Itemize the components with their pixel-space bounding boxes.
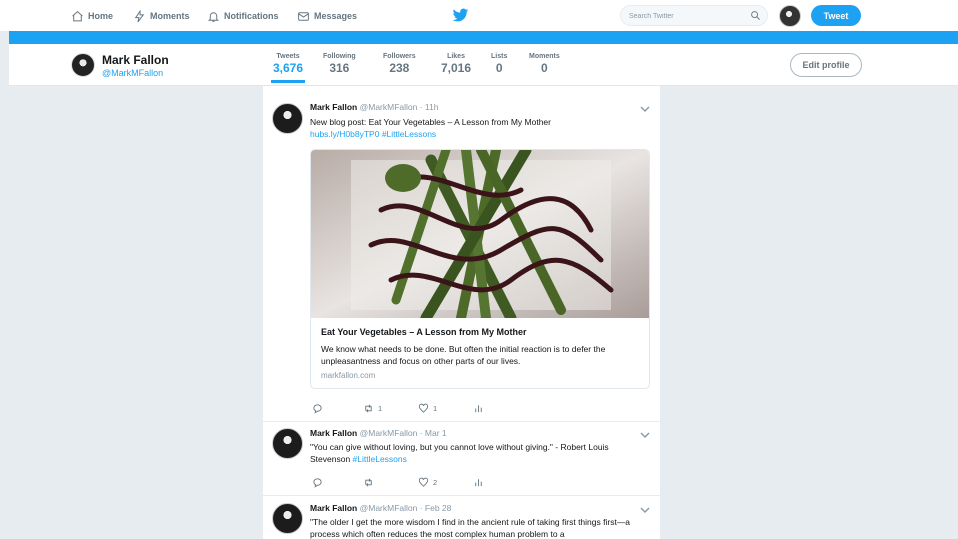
home-icon xyxy=(72,10,83,21)
stat-moments[interactable]: Moments 0 xyxy=(529,53,560,75)
stat-tweets[interactable]: Tweets 3,676 xyxy=(270,53,306,83)
tweet-meta[interactable]: @MarkMFallon · Feb 28 xyxy=(360,503,452,513)
stat-label: Tweets xyxy=(276,53,300,60)
analytics-icon xyxy=(475,405,482,413)
retweet-button[interactable] xyxy=(363,477,378,488)
tweet-text: "The older I get the more wisdom I find … xyxy=(310,517,631,539)
stat-value: 0 xyxy=(495,61,503,75)
stat-value: 3,676 xyxy=(273,61,304,75)
stat-label: Lists xyxy=(491,53,508,60)
analytics-button[interactable] xyxy=(473,403,484,414)
retweet-button[interactable]: 1 xyxy=(363,403,382,414)
stat-lists[interactable]: Lists 0 xyxy=(491,53,507,75)
tweet-header: Mark Fallon @MarkMFallon · 11h xyxy=(310,102,438,112)
tweet-text: New blog post: Eat Your Vegetables – A L… xyxy=(310,117,551,127)
tweet-meta[interactable]: @MarkMFallon · 11h xyxy=(360,102,439,112)
card-description: We know what needs to be done. But often… xyxy=(321,344,606,366)
top-navigation: Home Moments Notifications Messages Twee… xyxy=(0,0,958,31)
chevron-down-icon[interactable] xyxy=(640,431,650,439)
profile-banner xyxy=(9,31,958,44)
stat-value: 7,016 xyxy=(441,61,472,75)
lightning-icon xyxy=(134,9,145,22)
stat-label: Following xyxy=(323,53,356,60)
tweet-header: Mark Fallon @MarkMFallon · Mar 1 xyxy=(310,428,447,438)
stat-followers[interactable]: Followers 238 xyxy=(383,53,416,75)
search-icon[interactable] xyxy=(750,10,761,21)
tweet-text-block: New blog post: Eat Your Vegetables – A L… xyxy=(310,116,650,140)
tweet-meta[interactable]: @MarkMFallon · Mar 1 xyxy=(360,428,447,438)
tweet-hashtag[interactable]: #LittleLessons xyxy=(353,454,407,464)
stat-value: 0 xyxy=(541,61,548,75)
heart-icon xyxy=(418,477,429,487)
tweet-author[interactable]: Mark Fallon xyxy=(310,102,357,112)
analytics-button[interactable] xyxy=(473,477,484,488)
like-button[interactable]: 1 xyxy=(418,403,437,414)
nav-messages-label: Messages xyxy=(314,11,358,21)
like-count: 1 xyxy=(433,404,438,413)
tweet-avatar[interactable] xyxy=(272,428,303,459)
stat-following[interactable]: Following 316 xyxy=(323,53,356,75)
nav-notifications[interactable]: Notifications xyxy=(207,7,279,25)
stat-label: Moments xyxy=(529,53,560,60)
stat-label: Followers xyxy=(383,53,416,60)
tweet-link[interactable]: hubs.ly/H0b8yTP0 xyxy=(310,129,379,139)
stat-value: 238 xyxy=(389,61,410,75)
tweet-author[interactable]: Mark Fallon xyxy=(310,428,357,438)
tweet-item[interactable]: Mark Fallon @MarkMFallon · Feb 28 "The o… xyxy=(263,496,660,539)
nav-messages[interactable]: Messages xyxy=(297,7,357,25)
heart-icon xyxy=(418,403,429,413)
tweet-hashtag[interactable]: #LittleLessons xyxy=(382,129,436,139)
tweet-avatar[interactable] xyxy=(272,503,303,534)
retweet-icon xyxy=(365,404,372,413)
tweet-header: Mark Fallon @MarkMFallon · Feb 28 xyxy=(310,503,451,513)
nav-notifications-label: Notifications xyxy=(224,11,279,21)
profile-nav: Mark Fallon @MarkMFallon Tweets 3,676 Fo… xyxy=(9,44,958,86)
stat-value: 316 xyxy=(329,61,350,75)
card-image[interactable] xyxy=(311,150,650,318)
profile-name[interactable]: Mark Fallon xyxy=(102,53,169,67)
link-card[interactable]: Eat Your Vegetables – A Lesson from My M… xyxy=(310,149,650,389)
search-box[interactable] xyxy=(620,5,768,26)
account-avatar[interactable] xyxy=(779,5,801,27)
envelope-icon xyxy=(298,11,309,21)
nav-moments-label: Moments xyxy=(150,11,190,21)
nav-home-label: Home xyxy=(88,11,114,21)
reply-button[interactable] xyxy=(312,477,323,488)
profile-handle[interactable]: @MarkMFallon xyxy=(102,68,163,78)
bell-icon xyxy=(207,11,220,22)
retweet-count: 1 xyxy=(378,404,383,413)
card-domain: markfallon.com xyxy=(321,371,376,380)
tweet-author[interactable]: Mark Fallon xyxy=(310,503,357,513)
reply-icon xyxy=(313,404,322,414)
edit-profile-button[interactable]: Edit profile xyxy=(790,53,862,77)
card-title[interactable]: Eat Your Vegetables – A Lesson from My M… xyxy=(321,327,527,337)
stat-likes[interactable]: Likes 7,016 xyxy=(441,53,471,75)
tweet-item[interactable]: Mark Fallon @MarkMFallon · 11h New blog … xyxy=(263,86,660,422)
chevron-down-icon[interactable] xyxy=(640,506,650,514)
like-count: 2 xyxy=(433,478,438,487)
nav-moments[interactable]: Moments xyxy=(133,7,190,25)
tweet-text-block: "You can give without loving, but you ca… xyxy=(310,441,650,465)
tweet-item[interactable]: Mark Fallon @MarkMFallon · Mar 1 "You ca… xyxy=(263,422,660,496)
retweet-icon xyxy=(365,478,372,487)
search-input[interactable] xyxy=(629,9,744,23)
like-button[interactable]: 2 xyxy=(418,477,437,488)
reply-button[interactable] xyxy=(312,403,323,414)
timeline[interactable]: Mark Fallon @MarkMFallon · 11h New blog … xyxy=(263,86,660,539)
reply-icon xyxy=(313,478,322,488)
tweet-button[interactable]: Tweet xyxy=(811,5,861,26)
chevron-down-icon[interactable] xyxy=(640,105,650,113)
tweet-avatar[interactable] xyxy=(272,103,303,134)
profile-avatar[interactable] xyxy=(71,53,95,77)
stat-label: Likes xyxy=(447,53,465,60)
nav-home[interactable]: Home xyxy=(71,7,113,25)
analytics-icon xyxy=(475,479,482,487)
twitter-bird-icon[interactable] xyxy=(452,8,469,23)
